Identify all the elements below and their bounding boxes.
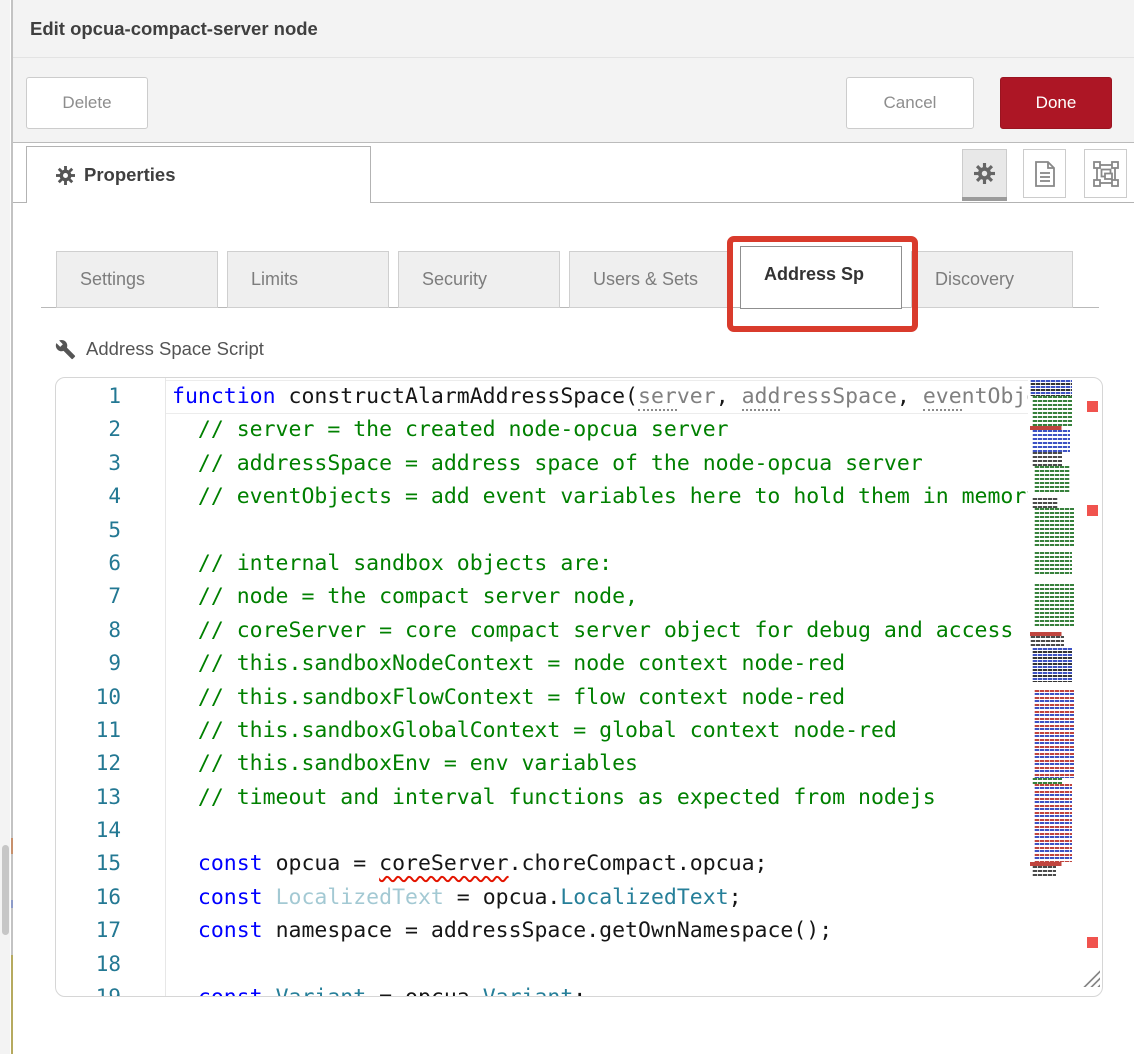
gear-icon bbox=[974, 163, 995, 184]
code-line[interactable]: // addressSpace = address space of the n… bbox=[172, 447, 1028, 480]
appearance-icon-button[interactable] bbox=[1084, 149, 1127, 198]
code-line[interactable]: // this.sandboxNodeContext = node contex… bbox=[172, 647, 1028, 680]
error-marker bbox=[1087, 505, 1098, 516]
edge-tick bbox=[11, 838, 13, 854]
gear-icon bbox=[56, 166, 75, 185]
section-label: Address Space Script bbox=[86, 338, 264, 360]
line-number: 5 bbox=[56, 514, 165, 547]
minimap-block bbox=[1032, 498, 1058, 508]
node-tab-address-sp[interactable]: Address Sp bbox=[740, 246, 902, 309]
wrench-icon bbox=[55, 339, 76, 360]
minimap-block bbox=[1032, 866, 1056, 876]
header-divider bbox=[13, 57, 1134, 58]
edge-tick bbox=[11, 955, 13, 1054]
code-line[interactable]: // timeout and interval functions as exp… bbox=[172, 781, 1028, 814]
properties-icon-button[interactable] bbox=[962, 149, 1007, 198]
line-number: 13 bbox=[56, 781, 165, 814]
appearance-icon bbox=[1093, 161, 1119, 187]
edit-node-dialog: Edit opcua-compact-server node Delete Ca… bbox=[0, 0, 1134, 1054]
page-scrollbar-thumb[interactable] bbox=[2, 845, 9, 935]
node-tab-limits[interactable]: Limits bbox=[227, 251, 389, 308]
dialog-title: Edit opcua-compact-server node bbox=[30, 0, 318, 57]
line-number: 9 bbox=[56, 647, 165, 680]
code-line[interactable]: function constructAlarmAddressSpace(serv… bbox=[172, 380, 1028, 413]
error-marker bbox=[1087, 401, 1098, 412]
minimap-block bbox=[1032, 452, 1062, 466]
line-number: 15 bbox=[56, 847, 165, 880]
minimap-block bbox=[1032, 430, 1070, 452]
code-line[interactable] bbox=[172, 814, 1028, 847]
minimap-block bbox=[1030, 682, 1076, 690]
delete-button[interactable]: Delete bbox=[26, 77, 148, 129]
code-line[interactable]: // eventObjects = add event variables he… bbox=[172, 480, 1028, 513]
minimap-block bbox=[1032, 648, 1072, 682]
code-editor[interactable]: 12345678910111213141516171819 function c… bbox=[55, 377, 1103, 997]
line-number: 8 bbox=[56, 614, 165, 647]
code-line[interactable]: // server = the created node-opcua serve… bbox=[172, 413, 1028, 446]
tab-properties-label: Properties bbox=[84, 164, 176, 186]
minimap-block bbox=[1034, 552, 1072, 576]
error-marker bbox=[1087, 937, 1098, 948]
cancel-button[interactable]: Cancel bbox=[846, 77, 974, 129]
code-line[interactable] bbox=[172, 514, 1028, 547]
code-line[interactable]: // this.sandboxEnv = env variables bbox=[172, 747, 1028, 780]
panel-edge-divider bbox=[11, 0, 13, 1054]
code-line[interactable]: const opcua = coreServer.choreCompact.op… bbox=[172, 847, 1028, 880]
code-line[interactable]: // node = the compact server node, bbox=[172, 580, 1028, 613]
line-number: 7 bbox=[56, 580, 165, 613]
minimap-block bbox=[1030, 576, 1076, 584]
node-tab-users-sets[interactable]: Users & Sets bbox=[569, 251, 731, 308]
minimap-block bbox=[1030, 380, 1072, 396]
code-area[interactable]: function constructAlarmAddressSpace(serv… bbox=[172, 380, 1028, 997]
line-number: 6 bbox=[56, 547, 165, 580]
line-number: 19 bbox=[56, 981, 165, 997]
code-line[interactable]: // this.sandboxFlowContext = flow contex… bbox=[172, 681, 1028, 714]
section-header: Address Space Script bbox=[55, 338, 264, 360]
done-button[interactable]: Done bbox=[1000, 77, 1112, 129]
line-number: 18 bbox=[56, 948, 165, 981]
minimap-block bbox=[1034, 466, 1070, 492]
resize-grip[interactable] bbox=[1080, 967, 1100, 987]
line-number: 3 bbox=[56, 447, 165, 480]
line-number: 16 bbox=[56, 881, 165, 914]
code-line[interactable]: // coreServer = core compact server obje… bbox=[172, 614, 1028, 647]
code-line[interactable] bbox=[172, 948, 1028, 981]
minimap-block bbox=[1034, 584, 1074, 626]
minimap-block bbox=[1034, 690, 1074, 778]
node-tab-security[interactable]: Security bbox=[398, 251, 560, 308]
code-line[interactable]: const Variant = opcua.Variant; bbox=[172, 981, 1028, 997]
minimap-block bbox=[1034, 508, 1074, 546]
code-line[interactable]: // internal sandbox objects are: bbox=[172, 547, 1028, 580]
line-number: 11 bbox=[56, 714, 165, 747]
gutter-divider bbox=[165, 378, 166, 997]
minimap-block bbox=[1030, 636, 1064, 648]
description-icon bbox=[1034, 161, 1056, 187]
line-number: 12 bbox=[56, 747, 165, 780]
node-tab-discovery[interactable]: Discovery bbox=[911, 251, 1073, 308]
line-number: 4 bbox=[56, 480, 165, 513]
line-number: 14 bbox=[56, 814, 165, 847]
minimap-block bbox=[1034, 784, 1072, 862]
line-number: 17 bbox=[56, 914, 165, 947]
code-line[interactable]: const LocalizedText = opcua.LocalizedTex… bbox=[172, 881, 1028, 914]
code-line[interactable]: // this.sandboxGlobalContext = global co… bbox=[172, 714, 1028, 747]
node-tab-settings[interactable]: Settings bbox=[56, 251, 218, 308]
tab-properties[interactable]: Properties bbox=[26, 146, 371, 203]
minimap-block bbox=[1032, 396, 1072, 426]
line-number: 10 bbox=[56, 681, 165, 714]
line-number-gutter: 12345678910111213141516171819 bbox=[56, 380, 165, 997]
edge-tick bbox=[11, 900, 13, 908]
line-number: 2 bbox=[56, 413, 165, 446]
minimap[interactable] bbox=[1030, 380, 1076, 876]
active-tab-indicator bbox=[962, 197, 1007, 201]
description-icon-button[interactable] bbox=[1023, 149, 1066, 198]
line-number: 1 bbox=[56, 380, 165, 413]
code-line[interactable]: const namespace = addressSpace.getOwnNam… bbox=[172, 914, 1028, 947]
